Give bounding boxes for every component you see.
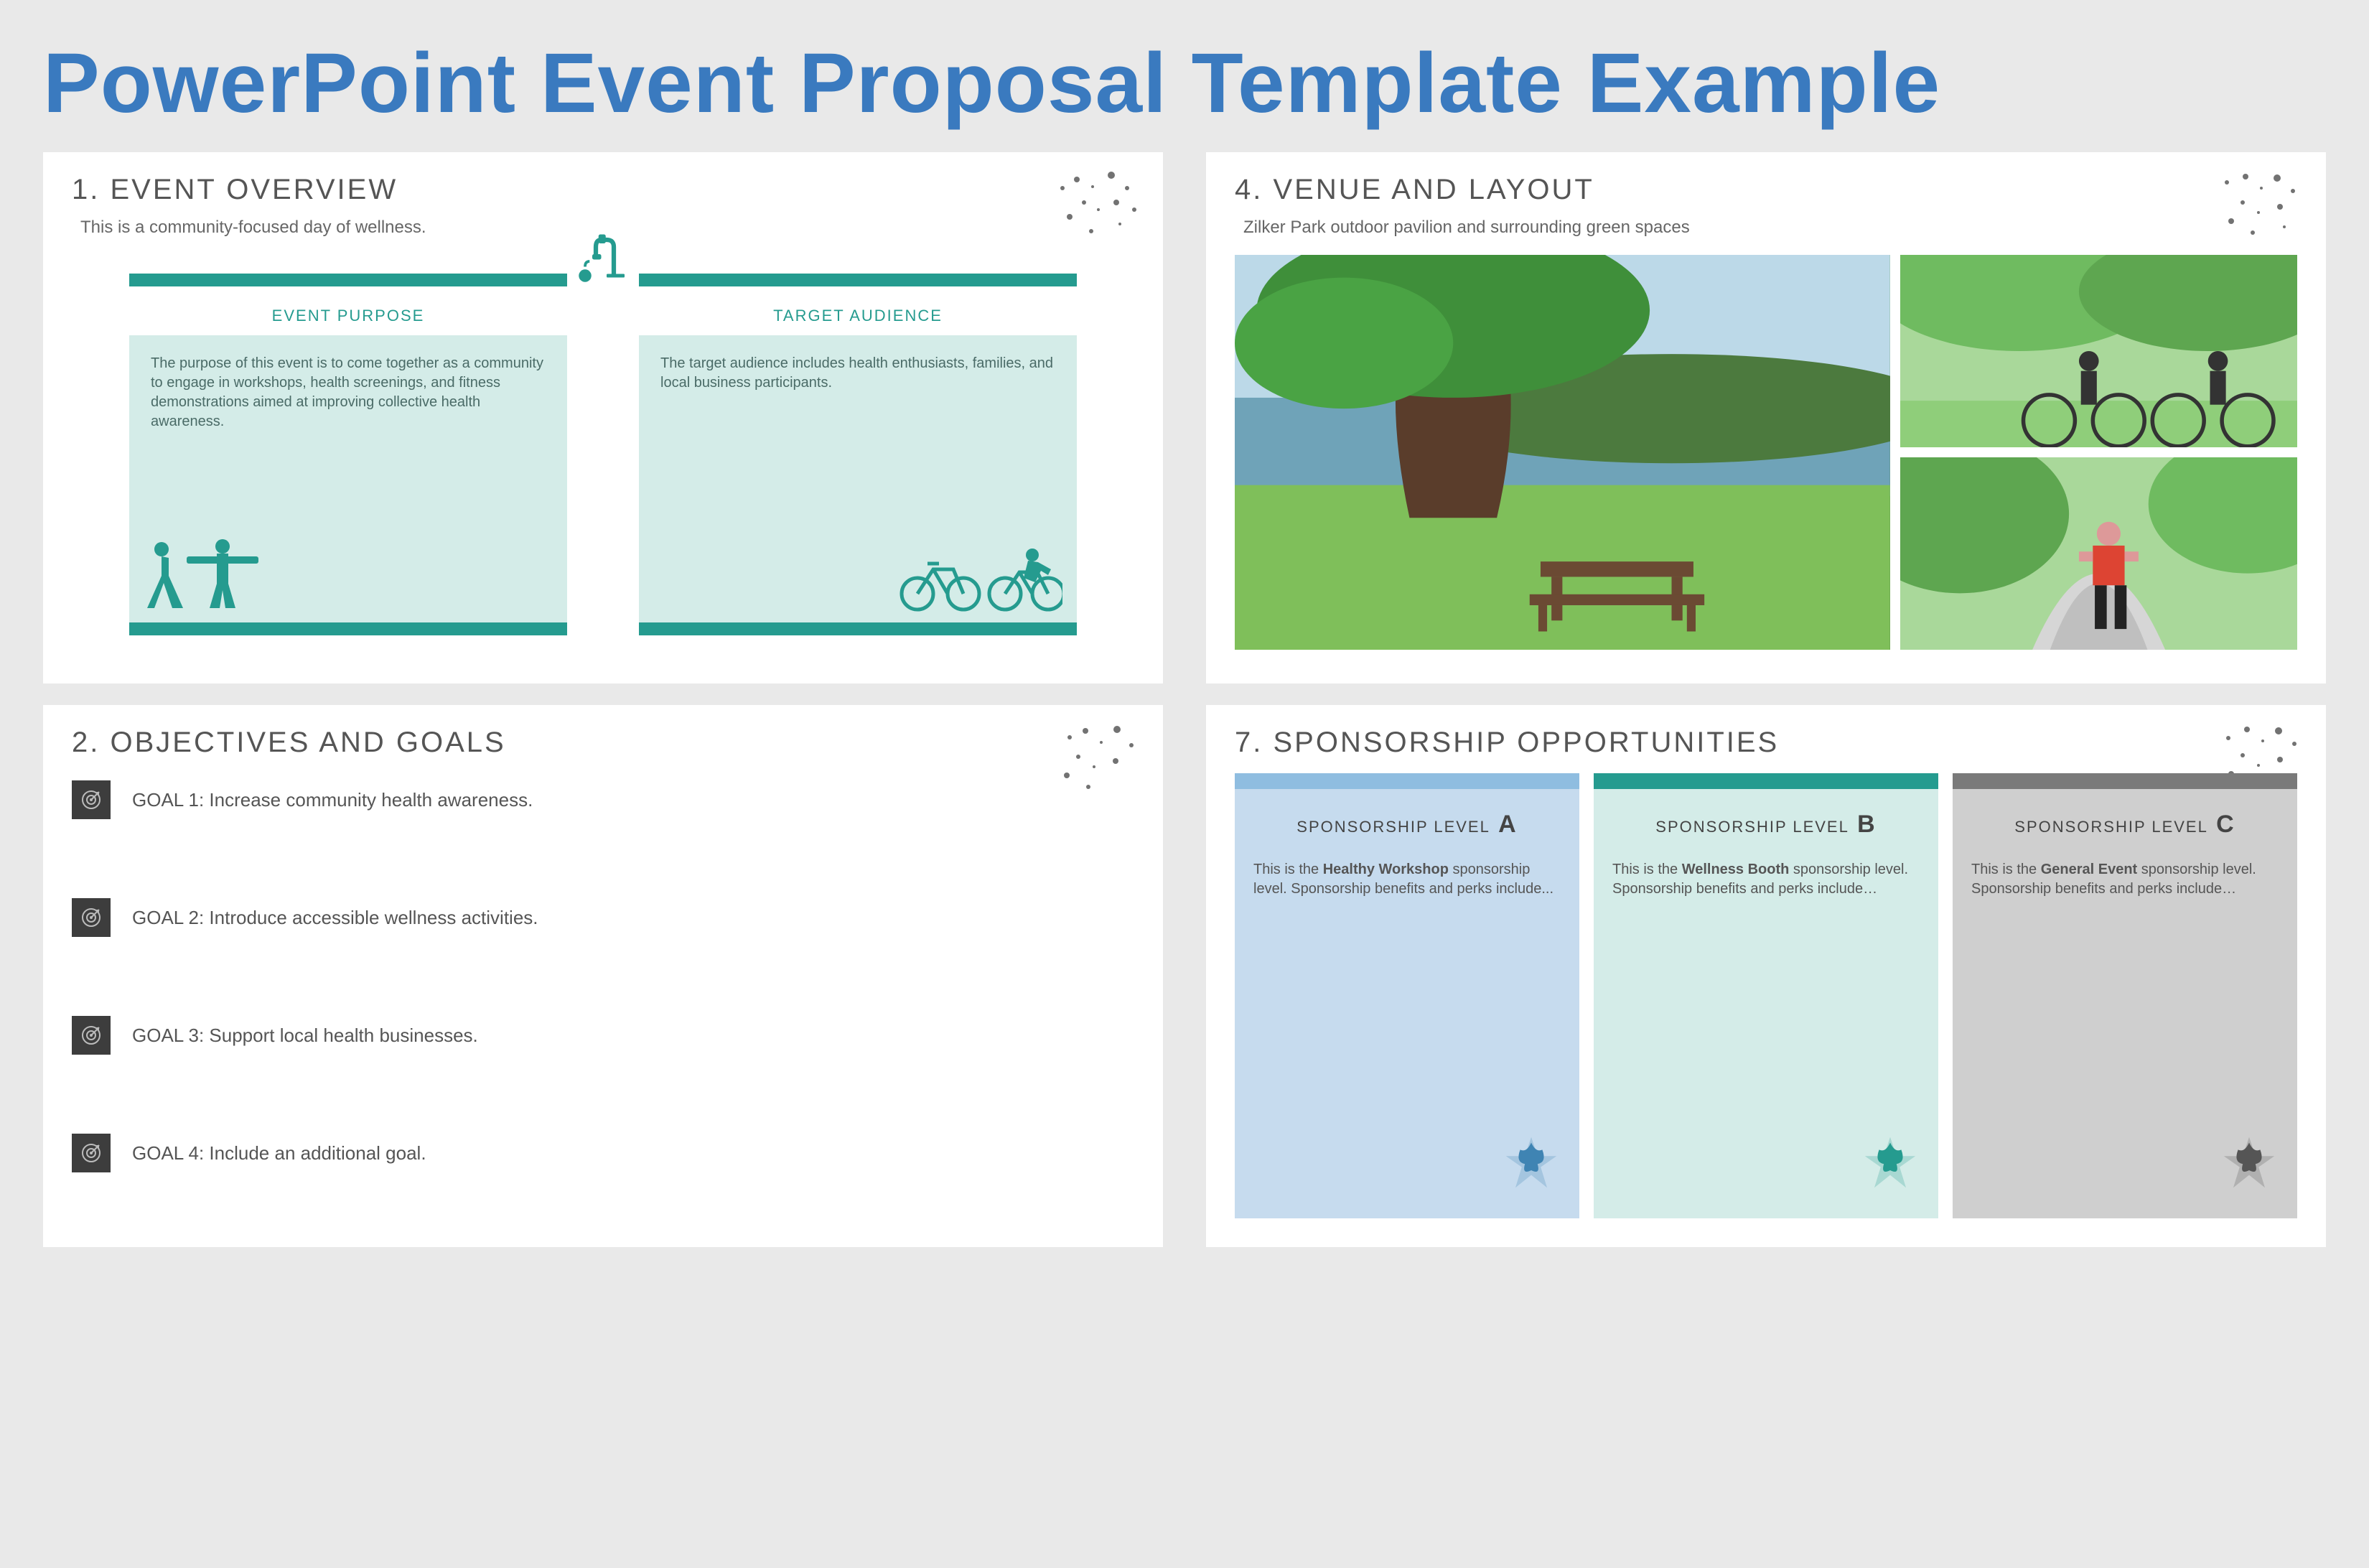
- slide-venue-layout: 4. VENUE AND LAYOUT Zilker Park outdoor …: [1206, 152, 2326, 683]
- hands-star-icon: [1492, 1131, 1571, 1210]
- microscope-apple-icon: [574, 229, 632, 286]
- section-heading: 4. VENUE AND LAYOUT: [1235, 174, 2297, 206]
- decorative-dots-icon: [2211, 167, 2312, 253]
- target-icon: [72, 780, 111, 819]
- goal-text: GOAL 4: Include an additional goal.: [132, 1142, 426, 1165]
- section-subtext: Zilker Park outdoor pavilion and surroun…: [1243, 218, 2297, 238]
- hands-star-icon: [2210, 1131, 2289, 1210]
- column-target-audience: TARGET AUDIENCE The target audience incl…: [639, 274, 1077, 635]
- venue-image-jogging: [1900, 457, 2297, 650]
- column-body: The purpose of this event is to come tog…: [129, 335, 567, 622]
- decorative-dots-icon: [1048, 719, 1149, 806]
- goal-text: GOAL 1: Increase community health awaren…: [132, 789, 533, 811]
- target-icon: [72, 1134, 111, 1172]
- venue-image-cycling: [1900, 255, 2297, 447]
- hands-star-icon: [1851, 1131, 1930, 1210]
- column-body: The target audience includes health enth…: [639, 335, 1077, 622]
- slide-objectives-goals: 2. OBJECTIVES AND GOALS GOAL 1: Increase…: [43, 705, 1163, 1247]
- sponsorship-level-c: SPONSORSHIP LEVEL C This is the General …: [1953, 773, 2297, 1218]
- sponsor-desc: This is the Healthy Workshop sponsorship…: [1253, 860, 1561, 899]
- goal-row: GOAL 3: Support local health businesses.: [72, 1016, 1134, 1055]
- sponsor-desc: This is the General Event sponsorship le…: [1971, 860, 2279, 899]
- sponsor-desc: This is the Wellness Booth sponsorship l…: [1612, 860, 1920, 899]
- goal-text: GOAL 2: Introduce accessible wellness ac…: [132, 907, 538, 929]
- sponsor-title: SPONSORSHIP LEVEL C: [1971, 811, 2279, 839]
- goal-row: GOAL 1: Increase community health awaren…: [72, 780, 1134, 819]
- sponsor-title: SPONSORSHIP LEVEL B: [1612, 811, 1920, 839]
- slides-grid: 1. EVENT OVERVIEW This is a community-fo…: [43, 152, 2326, 1247]
- target-icon: [72, 898, 111, 937]
- column-label: TARGET AUDIENCE: [639, 307, 1077, 325]
- goal-text: GOAL 3: Support local health businesses.: [132, 1025, 478, 1047]
- sponsor-title: SPONSORSHIP LEVEL A: [1253, 811, 1561, 839]
- target-icon: [72, 1016, 111, 1055]
- goal-row: GOAL 4: Include an additional goal.: [72, 1134, 1134, 1172]
- venue-image-main: [1235, 255, 1890, 650]
- slide-sponsorship-opportunities: 7. SPONSORSHIP OPPORTUNITIES SPONSORSHIP…: [1206, 705, 2326, 1247]
- slide-event-overview: 1. EVENT OVERVIEW This is a community-fo…: [43, 152, 1163, 683]
- section-heading: 2. OBJECTIVES AND GOALS: [72, 727, 1134, 759]
- column-label: EVENT PURPOSE: [129, 307, 567, 325]
- page-title: PowerPoint Event Proposal Template Examp…: [43, 36, 2326, 131]
- sponsorship-level-b: SPONSORSHIP LEVEL B This is the Wellness…: [1594, 773, 1938, 1218]
- section-heading: 7. SPONSORSHIP OPPORTUNITIES: [1235, 727, 2297, 759]
- cycling-icons: [897, 543, 1062, 615]
- goal-row: GOAL 2: Introduce accessible wellness ac…: [72, 898, 1134, 937]
- sponsorship-level-a: SPONSORSHIP LEVEL A This is the Healthy …: [1235, 773, 1579, 1218]
- decorative-dots-icon: [1048, 167, 1149, 253]
- column-event-purpose: EVENT PURPOSE The purpose of this event …: [129, 274, 567, 635]
- section-heading: 1. EVENT OVERVIEW: [72, 174, 1134, 206]
- yoga-figures-icon: [144, 536, 266, 615]
